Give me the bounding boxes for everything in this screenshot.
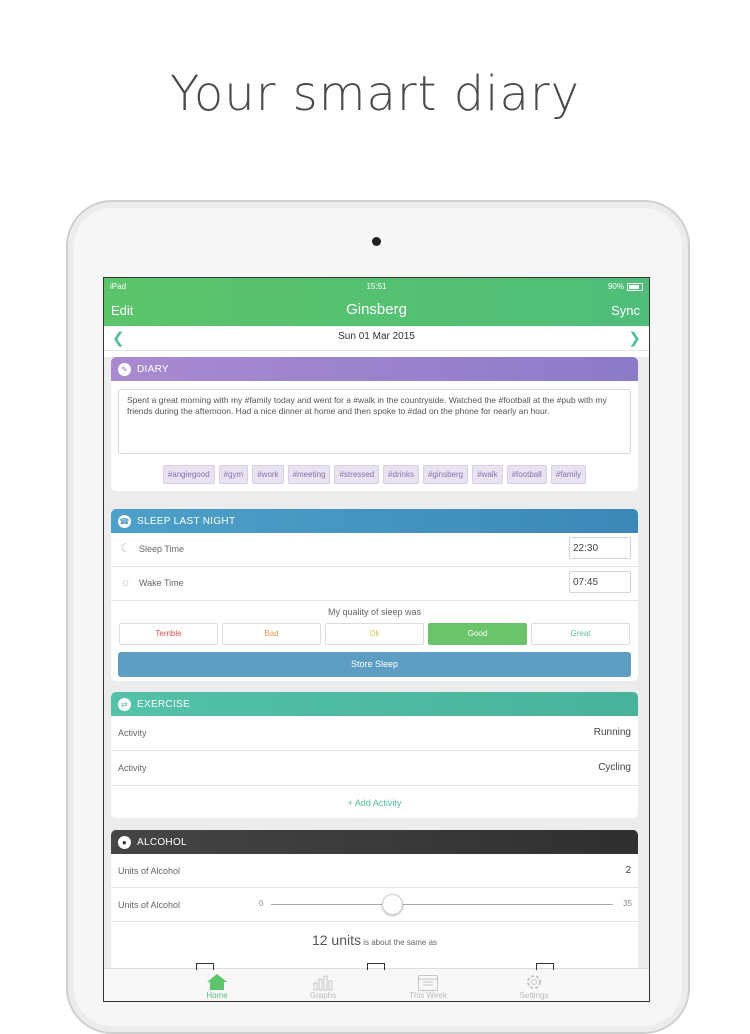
hashtag-chip[interactable]: #drinks bbox=[383, 465, 419, 484]
app-title: Ginsberg bbox=[346, 301, 407, 318]
hashtag-chip[interactable]: #football bbox=[506, 465, 547, 484]
exercise-card: ⇄ EXERCISE Activity Running Activity Cyclin… bbox=[111, 692, 638, 818]
sync-button[interactable]: Sync bbox=[611, 303, 640, 318]
sleep-quality-ok[interactable]: Ok bbox=[325, 623, 424, 645]
diary-header: ✎ DIARY bbox=[111, 357, 638, 381]
tab-this-week-label: This Week bbox=[409, 991, 447, 1000]
hashtag-chip[interactable]: #gym bbox=[218, 465, 249, 484]
exercise-icon: ⇄ bbox=[118, 697, 131, 711]
glass-icon: ● bbox=[118, 835, 131, 849]
sleep-icon: ☎ bbox=[118, 514, 131, 528]
date-navigator: ❮ Sun 01 Mar 2015 ❯ bbox=[104, 326, 649, 351]
wake-time-row: ☼ Wake Time 07:45 bbox=[111, 567, 638, 601]
calendar-icon bbox=[393, 971, 463, 991]
slider-max-label: 35 bbox=[623, 899, 632, 908]
slider-min-label: 0 bbox=[259, 899, 264, 908]
units-comparison: 12 units is about the same as bbox=[111, 932, 638, 948]
activity-label: Activity bbox=[118, 763, 147, 773]
moon-icon: ☾ bbox=[120, 541, 131, 555]
tab-this-week[interactable]: This Week bbox=[393, 969, 463, 1000]
wake-time-field[interactable]: 07:45 bbox=[569, 571, 631, 593]
tab-settings-label: Settings bbox=[519, 991, 549, 1000]
alcohol-header: ● ALCOHOL bbox=[111, 830, 638, 854]
gear-icon bbox=[499, 971, 569, 991]
hashtag-chip[interactable]: #walk bbox=[472, 465, 503, 484]
wake-time-label: Wake Time bbox=[139, 578, 184, 588]
camera-dot bbox=[372, 237, 381, 246]
home-icon bbox=[182, 971, 252, 991]
hashtag-chip[interactable]: #stressed bbox=[334, 465, 380, 484]
next-day-chevron-icon[interactable]: ❯ bbox=[628, 329, 641, 347]
sleep-header: ☎ SLEEP LAST NIGHT bbox=[111, 509, 638, 533]
sleep-quality-selector: Terrible Bad Ok Good Great bbox=[119, 623, 630, 645]
sleep-quality-terrible[interactable]: Terrible bbox=[119, 623, 218, 645]
app-screen: iPad 15:51 90% Edit Ginsberg Sync ❮ Sun … bbox=[103, 277, 650, 1002]
sleep-quality-great[interactable]: Great bbox=[531, 623, 630, 645]
alcohol-slider-row: Units of Alcohol 0 35 bbox=[111, 888, 638, 922]
status-bar: iPad 15:51 90% bbox=[104, 278, 649, 295]
scroll-content[interactable]: ✎ DIARY Spent a great morning with my #f… bbox=[104, 357, 649, 1001]
activity-value: Running bbox=[593, 727, 631, 738]
tab-home-label: Home bbox=[206, 991, 228, 1000]
units-big-value: 12 units bbox=[311, 932, 361, 948]
sleep-time-field[interactable]: 22:30 bbox=[569, 537, 631, 559]
tab-bar: Home Graphs This Week Settings bbox=[104, 963, 649, 1001]
sleep-quality-bad[interactable]: Bad bbox=[222, 623, 321, 645]
activity-row[interactable]: Activity Running bbox=[111, 716, 638, 751]
hashtag-chip[interactable]: #angiegood bbox=[162, 465, 215, 484]
battery-icon bbox=[627, 282, 643, 291]
status-time: 15:51 bbox=[366, 282, 387, 291]
store-sleep-button[interactable]: Store Sleep bbox=[118, 652, 631, 677]
graphs-icon bbox=[288, 971, 358, 991]
hashtag-chip[interactable]: #family bbox=[550, 465, 587, 484]
hashtag-chip[interactable]: #ginsberg bbox=[422, 465, 469, 484]
alcohol-units-value: 2 bbox=[625, 865, 631, 876]
sleep-quality-good[interactable]: Good bbox=[428, 623, 527, 645]
add-activity-button[interactable]: + Add Activity bbox=[111, 786, 638, 818]
hashtag-chip[interactable]: #meeting bbox=[287, 465, 331, 484]
exercise-title: EXERCISE bbox=[137, 698, 190, 710]
diary-card: ✎ DIARY Spent a great morning with my #f… bbox=[111, 357, 638, 491]
comparison-item-peek bbox=[367, 963, 385, 970]
activity-label: Activity bbox=[118, 728, 147, 738]
alcohol-units-row: Units of Alcohol 2 bbox=[111, 854, 638, 888]
tab-graphs[interactable]: Graphs bbox=[288, 969, 358, 1000]
diary-text-area[interactable]: Spent a great morning with my #family to… bbox=[118, 389, 631, 454]
sleep-time-label: Sleep Time bbox=[139, 544, 185, 554]
activity-row[interactable]: Activity Cycling bbox=[111, 751, 638, 786]
app-header: iPad 15:51 90% Edit Ginsberg Sync bbox=[104, 278, 649, 326]
activity-list: Activity Running Activity Cycling bbox=[111, 716, 638, 786]
current-date: Sun 01 Mar 2015 bbox=[338, 331, 415, 342]
exercise-header: ⇄ EXERCISE bbox=[111, 692, 638, 716]
alcohol-slider-track[interactable] bbox=[271, 904, 613, 905]
sleep-quality-label: My quality of sleep was bbox=[327, 607, 422, 617]
alcohol-title: ALCOHOL bbox=[137, 836, 187, 848]
pencil-icon: ✎ bbox=[118, 362, 131, 376]
tab-home[interactable]: Home bbox=[182, 969, 252, 1000]
tab-settings[interactable]: Settings bbox=[499, 969, 569, 1000]
tab-graphs-label: Graphs bbox=[309, 991, 337, 1000]
units-comparison-text: is about the same as bbox=[361, 938, 438, 947]
activity-value: Cycling bbox=[598, 762, 631, 773]
hashtag-chip[interactable]: #work bbox=[252, 465, 284, 484]
sleep-title: SLEEP LAST NIGHT bbox=[137, 515, 236, 527]
alcohol-units-label: Units of Alcohol bbox=[118, 866, 181, 876]
sleep-card: ☎ SLEEP LAST NIGHT ☾ Sleep Time 22:30 ☼ … bbox=[111, 509, 638, 681]
alcohol-slider-thumb[interactable] bbox=[382, 894, 403, 915]
tag-list: #angiegood #gym #work #meeting #stressed #dri… bbox=[111, 465, 638, 484]
diary-title: DIARY bbox=[137, 363, 169, 375]
headline: Your smart diary bbox=[169, 66, 581, 122]
sun-icon: ☼ bbox=[120, 575, 131, 589]
alcohol-slider-label: Units of Alcohol bbox=[118, 900, 181, 910]
sleep-time-row: ☾ Sleep Time 22:30 bbox=[111, 533, 638, 567]
nav-bar: Edit Ginsberg Sync bbox=[104, 295, 649, 325]
